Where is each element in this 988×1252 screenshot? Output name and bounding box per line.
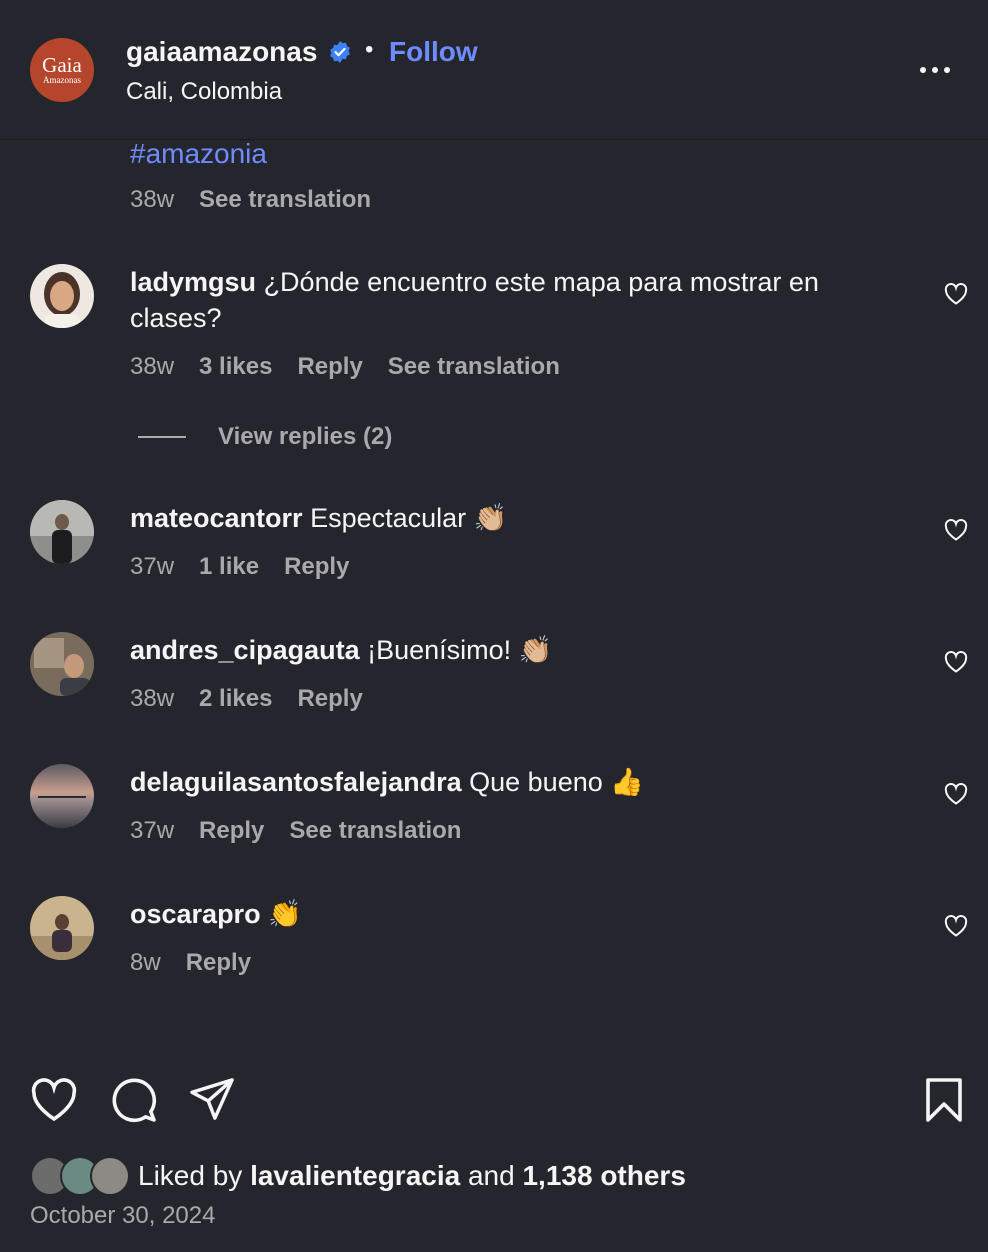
liked-by-text: Liked by lavalientegracia and 1,138 othe… [138,1160,686,1192]
comment-age: 8w [130,949,161,976]
liked-prefix: Liked by [138,1160,243,1191]
heart-icon[interactable] [944,519,968,541]
caption-meta: 38w See translation [130,186,371,214]
comment-age: 38w [130,353,175,380]
comment-age: 37w [130,553,175,580]
caption-see-translation[interactable]: See translation [199,186,371,214]
post-location[interactable]: Cali, Colombia [126,78,282,106]
heart-icon[interactable] [944,283,968,305]
comment-avatar[interactable] [30,632,94,696]
account-avatar[interactable]: Gaia Amazonas [30,38,94,102]
comment-text: Que bueno 👍 [469,767,644,797]
comment-meta: 38w 3 likes Reply See translation [130,353,560,381]
see-translation-button[interactable]: See translation [289,817,461,845]
bookmark-icon[interactable] [924,1078,964,1122]
caption-hashtag[interactable]: #amazonia [130,138,267,170]
share-icon[interactable] [190,1078,236,1120]
comment-body: ladymgsu ¿Dónde encuentro este mapa para… [130,264,890,336]
header-separator: • [365,36,374,63]
view-replies-label[interactable]: View replies (2) [218,423,392,451]
reply-button[interactable]: Reply [297,353,362,381]
more-options-icon[interactable] [920,58,960,82]
comment-username[interactable]: mateocantorr [130,503,303,533]
liker-avatar [90,1156,130,1196]
divider [138,436,186,438]
comment-username[interactable]: delaguilasantosfalejandra [130,767,462,797]
verified-badge-icon [330,41,350,63]
comment-text: Espectacular 👏🏼 [310,503,508,533]
comment-avatar[interactable] [30,500,94,564]
post-header: Gaia Amazonas gaiaamazonas • Follow Cali… [0,0,988,140]
post-date: October 30, 2024 [30,1202,216,1229]
avatar-logo-subtext: Amazonas [43,75,81,85]
heart-icon[interactable] [944,651,968,673]
comment-meta: 38w 2 likes Reply [130,685,363,713]
view-replies-button[interactable]: View replies (2) [138,423,392,451]
comment-meta: 37w 1 like Reply [130,553,349,581]
comment-username[interactable]: oscarapro [130,899,261,929]
comment-age: 37w [130,817,175,844]
reply-button[interactable]: Reply [297,685,362,713]
reply-button[interactable]: Reply [186,949,251,977]
caption-age: 38w [130,186,175,213]
see-translation-button[interactable]: See translation [388,353,560,381]
comment-text: ¡Buenísimo! 👏🏼 [367,635,553,665]
liker-avatars [30,1156,132,1196]
comment-avatar[interactable] [30,896,94,960]
comment-username[interactable]: andres_cipagauta [130,635,360,665]
comment-username[interactable]: ladymgsu [130,267,256,297]
liked-by-row[interactable]: Liked by lavalientegracia and 1,138 othe… [30,1156,686,1196]
liked-and: and [467,1160,515,1191]
comment-avatar[interactable] [30,764,94,828]
reply-button[interactable]: Reply [284,553,349,581]
comment-body: delaguilasantosfalejandra Que bueno 👍 [130,764,890,800]
comment-body: mateocantorr Espectacular 👏🏼 [130,500,890,536]
comment-likes[interactable]: 2 likes [199,685,272,713]
liked-user[interactable]: lavalientegracia [250,1160,460,1191]
follow-button[interactable]: Follow [389,36,478,68]
reply-button[interactable]: Reply [199,817,264,845]
comment-text: 👏 [268,899,302,929]
liked-others[interactable]: 1,138 others [522,1160,685,1191]
heart-icon[interactable] [944,915,968,937]
comment-likes[interactable]: 1 like [199,553,259,581]
comment-age: 38w [130,685,175,712]
comment-body: andres_cipagauta ¡Buenísimo! 👏🏼 [130,632,890,668]
comment-body: oscarapro 👏 [130,896,890,932]
avatar-logo-text: Gaia [42,53,82,77]
comment-avatar[interactable] [30,264,94,328]
account-username[interactable]: gaiaamazonas [126,36,317,68]
heart-icon[interactable] [944,783,968,805]
comment-likes[interactable]: 3 likes [199,353,272,381]
comment-meta: 8w Reply [130,949,251,977]
like-heart-icon[interactable] [30,1078,78,1122]
comment-meta: 37w Reply See translation [130,817,461,845]
comment-icon[interactable] [110,1076,158,1124]
